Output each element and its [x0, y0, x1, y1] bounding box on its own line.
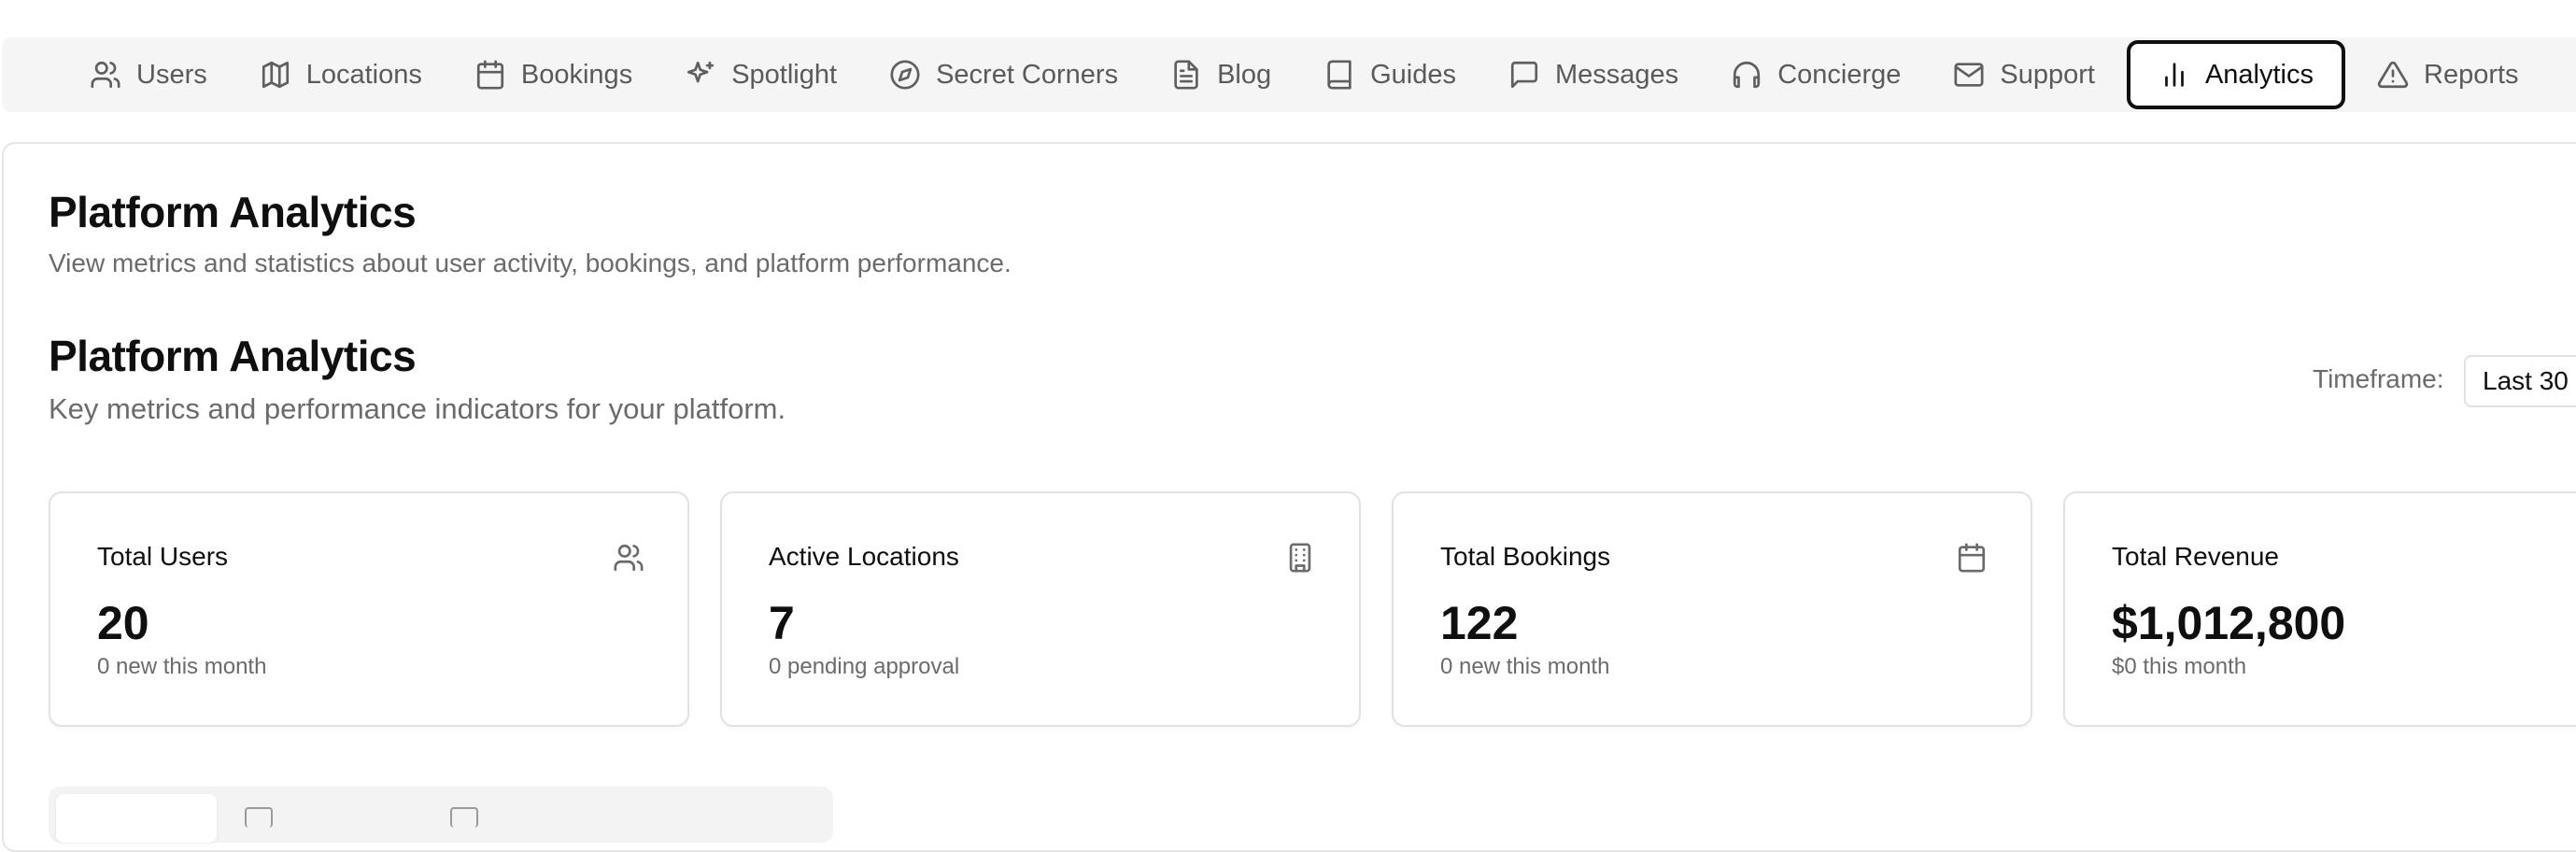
- users-icon: [613, 542, 644, 574]
- card-value: 20: [97, 597, 149, 649]
- nav-item-label: Secret Corners: [936, 59, 1119, 90]
- nav-item-label: Bookings: [520, 59, 633, 90]
- nav-item-overflow[interactable]: [2545, 40, 2576, 109]
- nav-item-messages[interactable]: Messages: [1482, 40, 1705, 109]
- card-note: 0 pending approval: [769, 654, 960, 679]
- nav-item-label: Support: [2000, 59, 2095, 90]
- nav-item-label: Reports: [2424, 59, 2519, 90]
- stat-card-users: Total Users 20 0 new this month: [49, 491, 689, 727]
- card-value: $1,012,800: [2112, 597, 2346, 649]
- card-title: Total Users: [97, 542, 229, 571]
- card-note: 0 new this month: [97, 654, 267, 679]
- calendar-icon: [1956, 542, 1988, 574]
- nav-item-bookings[interactable]: Bookings: [448, 40, 658, 109]
- map-icon: [262, 61, 289, 89]
- card-title: Total Bookings: [1440, 542, 1611, 571]
- stat-card-locations: Active Locations 7 0 pending approval: [720, 491, 1361, 727]
- bar-chart-icon: [2165, 63, 2184, 87]
- users-icon: [91, 61, 120, 89]
- nav-item-secret-corners[interactable]: Secret Corners: [863, 40, 1144, 109]
- tab-active[interactable]: [56, 794, 217, 843]
- calendar-icon: [476, 60, 503, 90]
- nav-item-guides[interactable]: Guides: [1297, 40, 1482, 109]
- nav-item-reports[interactable]: Reports: [2351, 40, 2545, 109]
- section-title: Platform Analytics: [49, 332, 417, 380]
- nav-item-blog[interactable]: Blog: [1144, 40, 1297, 109]
- nav-item-concierge[interactable]: Concierge: [1705, 40, 1927, 109]
- card-value: 122: [1440, 597, 1519, 649]
- building-icon: [1284, 542, 1316, 574]
- mail-icon: [1954, 63, 1984, 87]
- tab-icon-stub: [245, 807, 273, 828]
- message-square-icon: [1510, 61, 1538, 89]
- page-subtitle: View metrics and statistics about user a…: [49, 248, 1012, 277]
- nav-item-label: Blog: [1217, 59, 1272, 90]
- timeframe-label: Timeframe:: [2313, 364, 2444, 393]
- timeframe-select[interactable]: Last 30: [2464, 355, 2576, 407]
- nav-item-analytics[interactable]: Analytics: [2126, 40, 2345, 109]
- stat-card-bookings: Total Bookings 122 0 new this month: [1392, 491, 2032, 727]
- nav-item-label: Guides: [1370, 59, 1457, 90]
- headphones-icon: [1734, 61, 1761, 89]
- nav-item-support[interactable]: Support: [1927, 40, 2121, 109]
- stat-card-revenue: Total Revenue $1,012,800 $0 this month: [2063, 491, 2576, 727]
- book-icon: [1327, 60, 1352, 90]
- nav-item-users[interactable]: Users: [64, 40, 234, 109]
- nav-item-label: Users: [136, 59, 207, 90]
- nav-item-spotlight[interactable]: Spotlight: [658, 40, 863, 109]
- compass-icon: [890, 60, 920, 90]
- sparkles-icon: [687, 61, 715, 83]
- card-title: Active Locations: [769, 542, 959, 571]
- card-value: 7: [769, 597, 795, 649]
- analytics-tabs: [49, 787, 833, 843]
- nav-item-label: Messages: [1555, 59, 1679, 90]
- card-note: $0 this month: [2112, 654, 2247, 679]
- nav-item-label: Locations: [305, 59, 422, 90]
- nav-item-locations[interactable]: Locations: [234, 40, 448, 109]
- nav-item-label: Analytics: [2204, 59, 2314, 90]
- nav-item-label: Concierge: [1777, 59, 1902, 90]
- section-subtitle: Key metrics and performance indicators f…: [49, 392, 786, 425]
- file-text-icon: [1174, 60, 1198, 90]
- card-note: 0 new this month: [1440, 654, 1610, 679]
- clipboard-icon: [2571, 59, 2576, 91]
- page-title: Platform Analytics: [49, 188, 417, 236]
- card-title: Total Revenue: [2112, 542, 2280, 571]
- alert-triangle-icon: [2377, 61, 2409, 89]
- nav-item-label: Spotlight: [731, 59, 838, 90]
- admin-nav: Users Locations Bookings Spotlight Secre…: [2, 37, 2576, 112]
- tab-icon-stub: [450, 807, 478, 828]
